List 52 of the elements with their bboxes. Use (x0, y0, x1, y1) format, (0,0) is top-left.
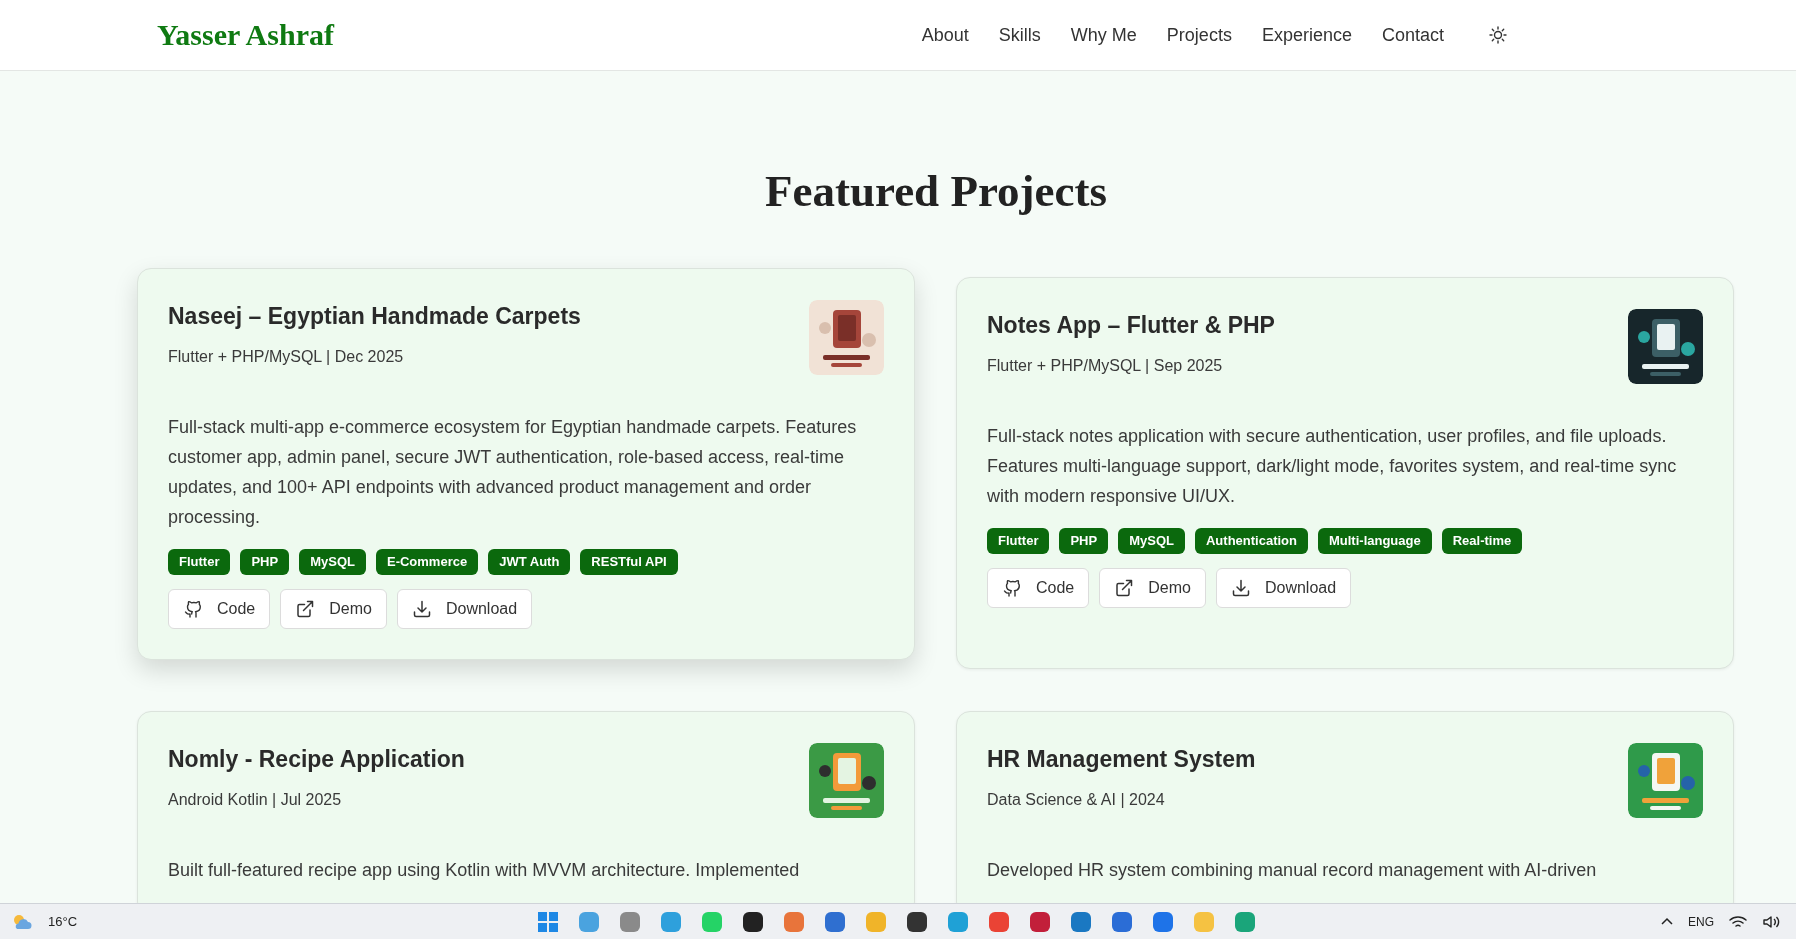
project-meta: Flutter + PHP/MySQL | Dec 2025 (168, 347, 405, 367)
section-heading: Featured Projects (764, 165, 1108, 218)
project-meta: Flutter + PHP/MySQL | Sep 2025 (987, 356, 1224, 376)
nav-link[interactable]: Why Me (1070, 24, 1137, 46)
project-title: Notes App – Flutter & PHP (987, 311, 1275, 340)
project-description: Developed HR system combining manual record management with AI-driven (987, 859, 1598, 882)
project-title: HR Management System (987, 745, 1256, 774)
tech-tag: Authentication (1195, 528, 1308, 554)
project-description: Full-stack multi-app e-commerce ecosystem for Egyptian handmade carpets. Features customer app, admin panel, secure JWT authentication, role-based access, real-time updates, and 100+ API endpoints with advanced product management and order processing. (168, 416, 858, 529)
tech-tag: PHP (240, 549, 290, 575)
nav-link[interactable]: Projects (1166, 24, 1232, 46)
tech-tag: PHP (1059, 528, 1109, 554)
speaker-icon[interactable] (1762, 913, 1782, 930)
demo-button[interactable]: Demo (1099, 568, 1206, 608)
project-description: Built full-featured recipe app using Kotlin with MVVM architecture. Implemented (168, 859, 801, 882)
app-icon[interactable] (905, 910, 928, 933)
project-title: Nomly - Recipe Application (168, 745, 465, 774)
external-link-icon (1114, 578, 1135, 598)
tech-tag: E-Commerce (376, 549, 479, 575)
nav-link[interactable]: Experience (1261, 24, 1352, 46)
nav-link[interactable]: Contact (1381, 24, 1444, 46)
windows-start-icon[interactable] (536, 910, 559, 933)
wifi-icon[interactable] (1728, 913, 1748, 930)
tech-tag: Real-time (1441, 528, 1523, 554)
nav-link[interactable]: About (921, 24, 969, 46)
code-button[interactable]: Code (987, 568, 1090, 608)
tech-tag: Flutter (987, 528, 1050, 554)
nav-link[interactable]: Skills (998, 24, 1041, 46)
external-link-icon (295, 599, 316, 619)
download-icon (1230, 578, 1251, 598)
app-icon[interactable] (741, 910, 764, 933)
tech-tag: JWT Auth (488, 549, 571, 575)
tech-tag: Multi-language (1318, 528, 1432, 554)
github-icon (1002, 578, 1022, 598)
tech-tag: Flutter (168, 549, 231, 575)
tech-tag: MySQL (299, 549, 366, 575)
project-meta: Android Kotlin | Jul 2025 (168, 790, 343, 810)
demo-button[interactable]: Demo (280, 589, 387, 629)
project-meta: Data Science & AI | 2024 (987, 790, 1166, 810)
sun-icon[interactable] (1488, 25, 1508, 45)
download-button[interactable]: Download (396, 589, 533, 629)
code-button[interactable]: Code (168, 589, 271, 629)
github-icon (183, 599, 203, 619)
tech-tag: MySQL (1118, 528, 1185, 554)
download-icon (411, 599, 432, 619)
project-description: Full-stack notes application with secure authentication, user profiles, and file uploads. Features multi-language support, dark/light mode, favorites system, and real-time sync with modern responsive UI/UX. (987, 425, 1678, 508)
tech-tag: RESTful API (580, 549, 678, 575)
project-title: Naseej – Egyptian Handmade Carpets (168, 302, 581, 331)
download-button[interactable]: Download (1215, 568, 1352, 608)
temperature: 16°C (48, 914, 78, 929)
language-indicator[interactable]: ENG (1688, 914, 1714, 929)
site-logo[interactable]: Yasser Ashraf (157, 18, 334, 52)
